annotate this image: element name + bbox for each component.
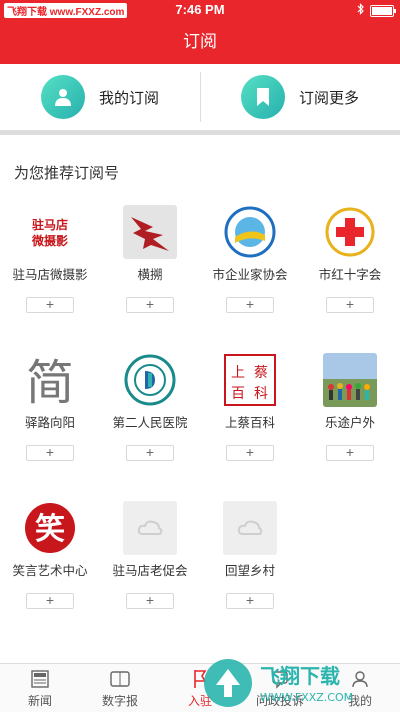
add-button[interactable]: + [26,445,74,461]
watermark-badge-text: 飞翔下载 [260,664,340,688]
add-button[interactable]: + [326,445,374,461]
battery-icon [370,4,396,17]
add-button[interactable]: + [226,297,274,313]
subscription-item[interactable]: 市红十字会 + [300,205,400,313]
svg-text:驻马店: 驻马店 [32,217,68,232]
add-button[interactable]: + [126,445,174,461]
svg-text:上: 上 [231,365,245,381]
my-subscriptions-button[interactable]: 我的订阅 [0,64,200,130]
section-divider [0,130,400,135]
status-time: 7:46 PM [175,2,225,17]
add-button[interactable]: + [226,593,274,609]
placeholder-logo-icon [223,501,277,555]
logo-zhumadian-photo: 驻马店 微摄影 [23,205,77,259]
tab-label: 新闻 [27,694,52,708]
nav-bar: 订阅 [0,20,400,64]
svg-text:微摄影: 微摄影 [31,233,68,248]
subscription-name: 回望乡村 [224,564,275,578]
tab-label: 数字报 [101,694,138,708]
subscription-name: 横搠 [137,268,163,282]
status-right [357,3,396,18]
section-title: 为您推荐订阅号 [14,165,120,182]
status-bar: 飞翔下载 www.FXXZ.com 7:46 PM [0,0,400,20]
subscription-item[interactable]: 横搠 + [100,205,200,313]
logo-yilu-xiangyang: 简 [23,353,77,407]
subscription-name: 驻马店老促会 [112,564,188,578]
placeholder-logo-icon [123,501,177,555]
add-button[interactable]: + [226,445,274,461]
subscription-item[interactable]: 乐途户外 + [300,353,400,461]
my-subscriptions-label: 我的订阅 [98,89,159,107]
digital-paper-icon [80,668,160,690]
logo-second-hospital [123,353,177,407]
subscription-name: 市红十字会 [318,268,382,282]
logo-red-cross [323,205,377,259]
subscription-item[interactable]: 笑 笑言艺术中心 + [0,501,100,609]
bookmark-icon [240,75,285,119]
subscription-item[interactable]: 驻马店老促会 + [100,501,200,609]
subscription-name: 第二人民医院 [112,416,188,430]
tab-news[interactable]: 新闻 [0,664,80,712]
subscription-name: 驻马店微摄影 [12,268,88,282]
person-icon [40,75,85,119]
subscribe-more-button[interactable]: 订阅更多 [200,64,400,130]
subscription-name: 驿路向阳 [24,416,75,430]
svg-text:笑: 笑 [35,512,65,547]
subscription-item[interactable]: 回望乡村 + [200,501,300,609]
logo-eagle [123,205,177,259]
svg-text:科: 科 [254,386,268,402]
logo-xiaoyan-art: 笑 [23,501,77,555]
subscription-item[interactable]: 驻马店 微摄影 驻马店微摄影 + [0,205,100,313]
svg-text:蔡: 蔡 [254,365,268,381]
add-button[interactable]: + [126,593,174,609]
add-button[interactable]: + [26,297,74,313]
subscription-name: 笑言艺术中心 [12,564,88,578]
subscription-item[interactable]: 简 驿路向阳 + [0,353,100,461]
subscription-item[interactable]: 市企业家协会 + [200,205,300,313]
newspaper-icon [0,668,80,690]
subscription-item[interactable]: 上 蔡 百 科 上蔡百科 + [200,353,300,461]
subscription-name: 市企业家协会 [212,268,288,282]
watermark-badge-url: WWW.FXXZ.COM [260,691,353,704]
subscription-item[interactable]: 第二人民医院 + [100,353,200,461]
tab-digital-paper[interactable]: 数字报 [80,664,160,712]
add-button[interactable]: + [126,297,174,313]
action-divider [200,72,201,122]
page-title: 订阅 [183,32,217,51]
subscription-name: 上蔡百科 [224,416,275,430]
bluetooth-icon [357,3,365,18]
logo-letu-outdoor [323,353,377,407]
add-button[interactable]: + [26,593,74,609]
logo-shangcai-baike: 上 蔡 百 科 [223,353,277,407]
svg-text:简: 简 [26,355,74,407]
subscribe-more-label: 订阅更多 [298,89,359,107]
add-button[interactable]: + [326,297,374,313]
watermark-badge: 飞翔下载 WWW.FXXZ.COM [198,655,388,711]
logo-entrepreneurs-association [223,205,277,259]
subscription-name: 乐途户外 [324,416,375,430]
svg-text:百: 百 [231,386,245,402]
